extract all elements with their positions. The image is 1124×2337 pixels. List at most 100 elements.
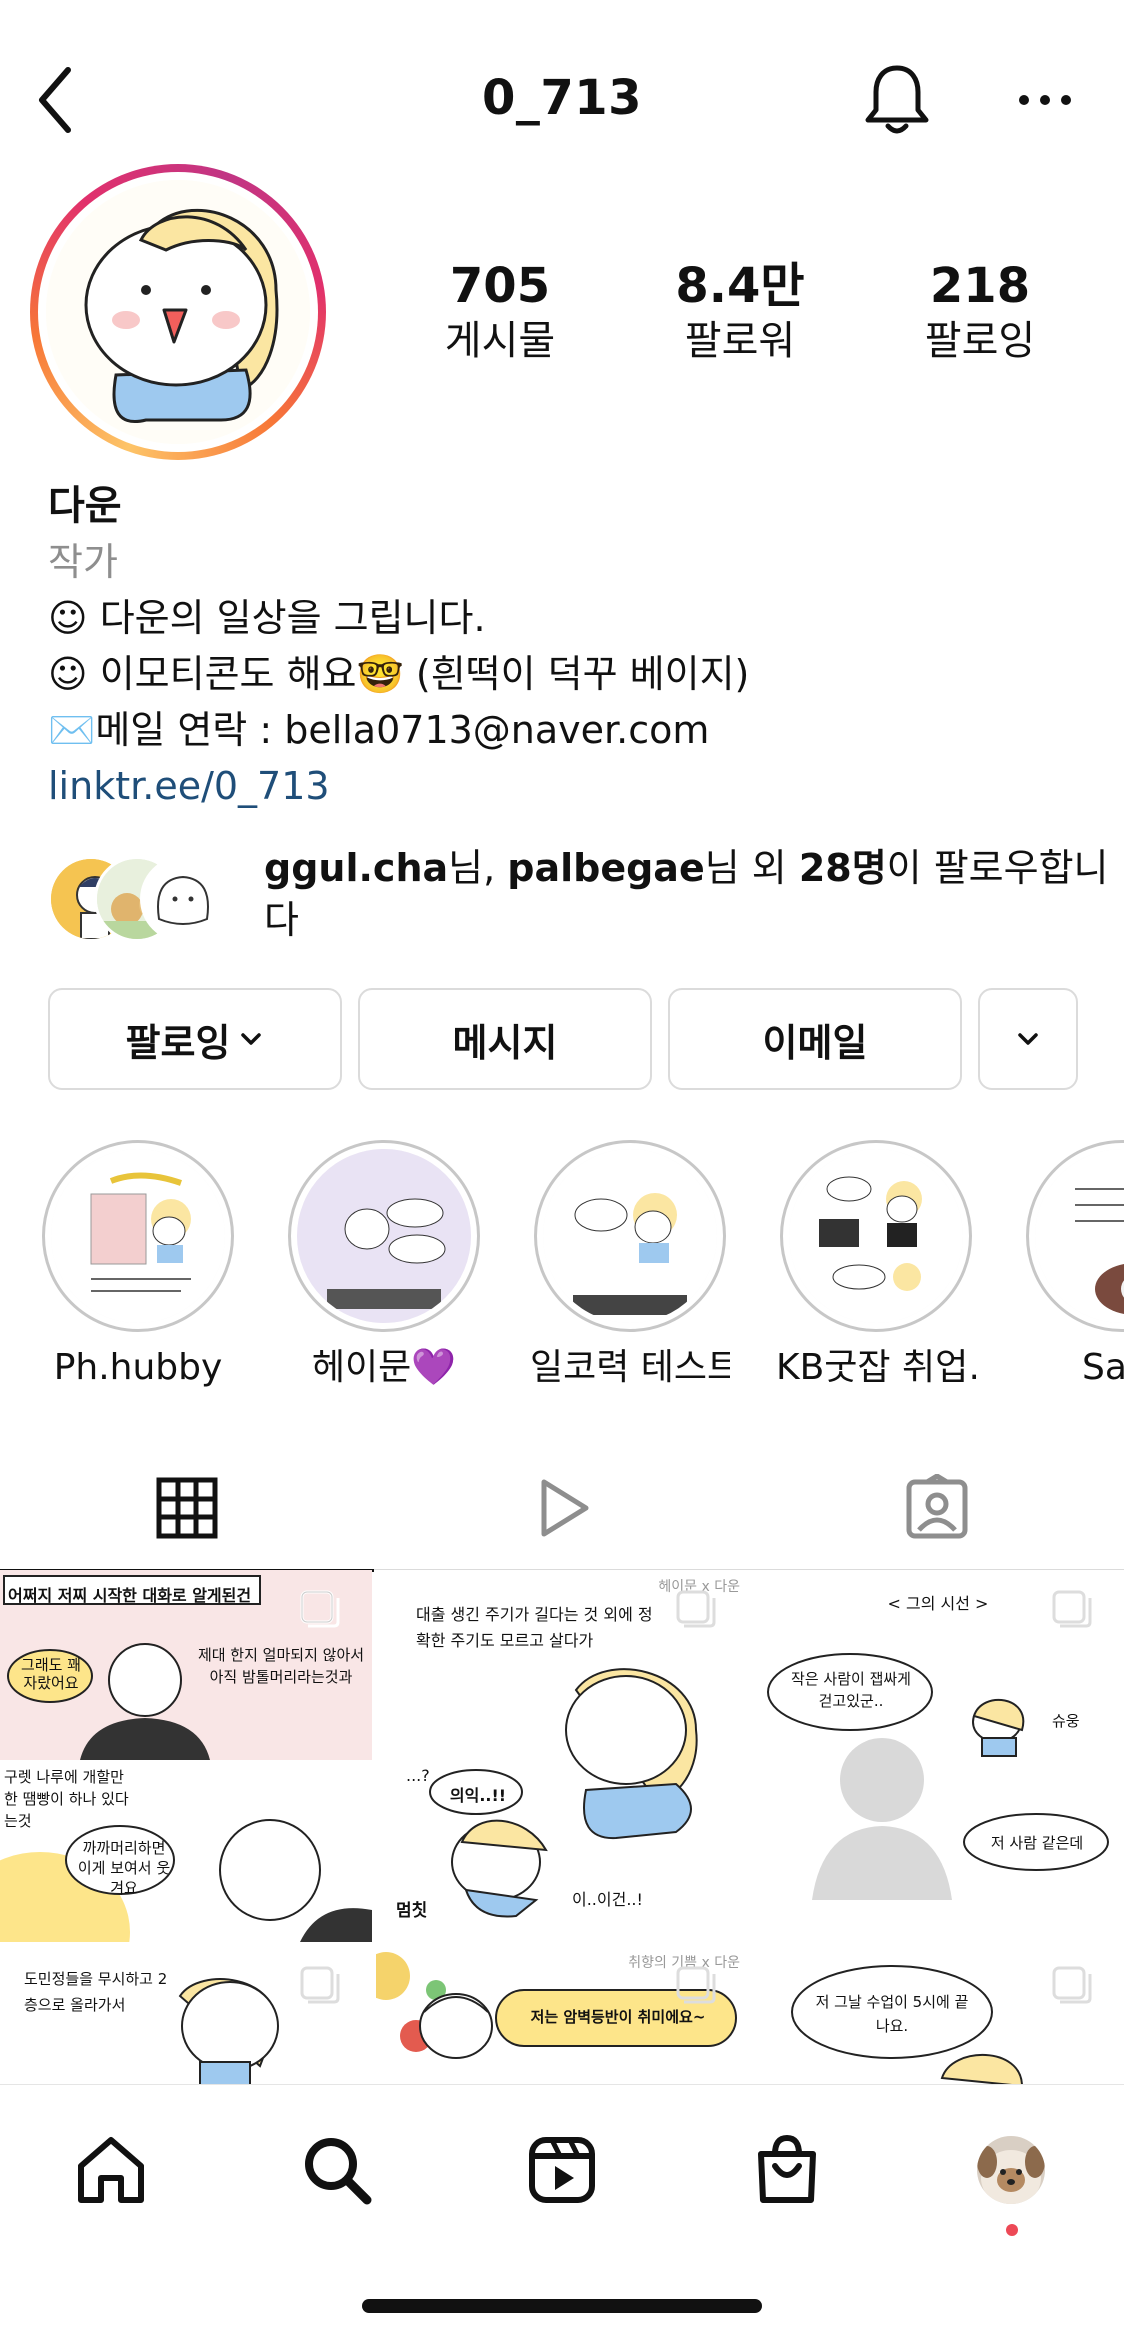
post-sfx: ...?: [406, 1766, 430, 1785]
highlight-label: Sam: [1082, 1347, 1124, 1388]
mutual-user-1[interactable]: ggul.cha: [264, 846, 448, 890]
highlight-item[interactable]: Ph.hubby: [38, 1140, 238, 1390]
stat-posts-label: 게시물: [444, 318, 556, 364]
multiple-images-icon: [298, 1964, 342, 2008]
post-bubble-text: 까까머리하면 이게 보여서 웃겨요: [77, 1839, 171, 1897]
top-bar: 0_713: [0, 40, 1124, 160]
stat-following[interactable]: 218 팔로잉: [860, 256, 1100, 376]
highlight-cover-image: [51, 1149, 225, 1323]
home-indicator: [362, 2299, 762, 2313]
highlight-item[interactable]: KB굿잡 취업…: [776, 1140, 976, 1390]
profile-category: 작가: [48, 540, 118, 584]
multiple-images-icon: [298, 1588, 342, 1632]
post-bubble-text: 저 그날 수업이 5시에 끝나요.: [815, 1993, 969, 2035]
highlight-cover-image: [789, 1149, 963, 1323]
profile-display-name: 다운: [48, 483, 122, 529]
profile-content-tabs: [0, 1446, 1124, 1572]
tab-posts-grid[interactable]: [0, 1446, 374, 1572]
stat-following-label: 팔로잉: [924, 318, 1036, 364]
highlight-item[interactable]: Sam: [1022, 1140, 1124, 1390]
highlight-label: 일코력 테스트: [530, 1347, 730, 1388]
followed-by-suffix: 님 외: [704, 846, 799, 890]
highlight-item[interactable]: 헤이문💜: [284, 1140, 484, 1390]
highlight-cover-image: [297, 1149, 471, 1323]
stat-followers[interactable]: 8.4만 팔로워: [620, 256, 860, 376]
profile-actions: 팔로잉 메시지 이메일: [48, 988, 1078, 1090]
message-button[interactable]: 메시지: [358, 988, 652, 1090]
profile-header: 705 게시물 8.4만 팔로워 218 팔로잉: [0, 160, 1124, 470]
followed-by-suffix: 님,: [448, 846, 508, 890]
nav-reels[interactable]: [517, 2125, 607, 2215]
post-bubble-text: 저 사람 같은데: [990, 1834, 1084, 1852]
multiple-images-icon: [674, 1588, 718, 1632]
mutual-user-2[interactable]: palbegae: [507, 846, 704, 890]
highlight-cover-image: [543, 1149, 717, 1323]
post-bubble-text: 그래도 꽤 자랐어요: [21, 1656, 81, 1692]
post-text-top: 대출 생긴 주기가 길다는 것 외에 정확한 주기도 모르고 살다가: [416, 1605, 653, 1650]
followed-by[interactable]: ggul.cha님, palbegae님 외 28명이 팔로우합니다: [48, 838, 1109, 948]
bio-link[interactable]: linktr.ee/0_713: [48, 758, 1098, 814]
bio-line: ✉️메일 연락 : bella0713@naver.com: [48, 708, 710, 752]
mutual-avatars: [48, 856, 238, 946]
post-bubble-text: 저는 암벽등반이 취미에요~: [530, 2008, 706, 2026]
multiple-images-icon: [1050, 1964, 1094, 2008]
mutual-avatar: [140, 856, 226, 942]
stat-posts-value: 705: [449, 258, 551, 314]
following-button[interactable]: 팔로잉: [48, 988, 342, 1090]
tagged-person-icon: [906, 1474, 968, 1539]
post-sfx: 멈칫: [396, 1901, 428, 1921]
nav-home[interactable]: [66, 2125, 156, 2215]
stat-followers-value: 8.4만: [675, 258, 805, 314]
tab-reels[interactable]: [375, 1446, 749, 1570]
highlight-cover-image: [1035, 1149, 1124, 1323]
stat-posts[interactable]: 705 게시물: [380, 256, 620, 376]
grid-icon: [156, 1477, 218, 1539]
stat-following-value: 218: [929, 258, 1031, 314]
notification-dot: [1006, 2224, 1018, 2236]
post-text-top: 도민정들을 무시하고 2층으로 올라가서: [24, 1970, 168, 2014]
message-button-label: 메시지: [452, 1020, 558, 1065]
following-button-label: 팔로잉: [125, 1020, 231, 1065]
story-highlights: Ph.hubby 헤이문💜 일코력 테스트 KB굿잡 취업… Sam: [0, 1140, 1124, 1400]
highlight-label: 헤이문💜: [311, 1347, 457, 1388]
highlight-label: KB굿잡 취업…: [776, 1347, 976, 1388]
post-sfx: 슈웅: [1052, 1712, 1080, 1730]
shopping-bag-icon: [758, 2134, 816, 2203]
mutual-count: 28명: [798, 846, 887, 890]
search-icon: [305, 2138, 372, 2205]
post-bubble-text: 작은 사람이 잽싸게 걷고있군..: [791, 1670, 911, 1710]
more-options-icon[interactable]: [1010, 80, 1080, 120]
profile-username-title: 0_713: [481, 70, 643, 126]
profile-bio: 다운 작가 ☺︎ 다운의 일상을 그립니다. ☺︎ 이모티콘도 해요🤓 (흰떡이…: [48, 478, 1098, 814]
chevron-down-icon: [241, 1033, 262, 1045]
home-icon: [78, 2137, 144, 2203]
bottom-navigation: [0, 2084, 1124, 2337]
followed-by-text: ggul.cha님, palbegae님 외 28명이 팔로우합니다: [264, 842, 1124, 946]
post-grid: 어쩌지 저찌 시작한 대화로 알게된건 그래도 꽤 자랐어요 제대 한지 얼마되…: [0, 1570, 1124, 2084]
post-side-text: 제대 한지 얼마되지 않아서 아직 밤톨머리라는것과: [197, 1646, 365, 1686]
reels-icon: [529, 2137, 595, 2203]
bio-line: ☺︎ 이모티콘도 해요🤓 (흰떡이 덕꾸 베이지): [48, 652, 750, 696]
email-button[interactable]: 이메일: [668, 988, 962, 1090]
suggested-accounts-button[interactable]: [978, 988, 1078, 1090]
multiple-images-icon: [1050, 1588, 1094, 1632]
post-bottom-text: 구렛 나루에 개할만한 땜빵이 하나 있다는것: [4, 1768, 129, 1830]
nav-profile[interactable]: [966, 2125, 1056, 2215]
post-text-top: 어쩌지 저찌 시작한 대화로 알게된건: [8, 1586, 252, 1605]
nav-search[interactable]: [292, 2125, 382, 2215]
highlight-item[interactable]: 일코력 테스트: [530, 1140, 730, 1390]
email-button-label: 이메일: [762, 1020, 868, 1065]
profile-avatar[interactable]: [30, 164, 326, 460]
chevron-down-icon: [1018, 1033, 1038, 1045]
profile-stats: 705 게시물 8.4만 팔로워 218 팔로잉: [380, 256, 1100, 376]
bell-icon[interactable]: [862, 62, 932, 138]
tab-tagged[interactable]: [750, 1446, 1124, 1570]
avatar-illustration: [46, 180, 310, 444]
bio-line: ☺︎ 다운의 일상을 그립니다.: [48, 596, 486, 640]
nav-shop[interactable]: [742, 2125, 832, 2215]
post-bubble-text: 의익..!!: [449, 1786, 507, 1805]
multiple-images-icon: [674, 1964, 718, 2008]
profile-avatar-icon: [977, 2136, 1045, 2204]
post-sfx: 이..이건..!: [572, 1890, 643, 1909]
highlight-label: Ph.hubby: [53, 1347, 223, 1388]
